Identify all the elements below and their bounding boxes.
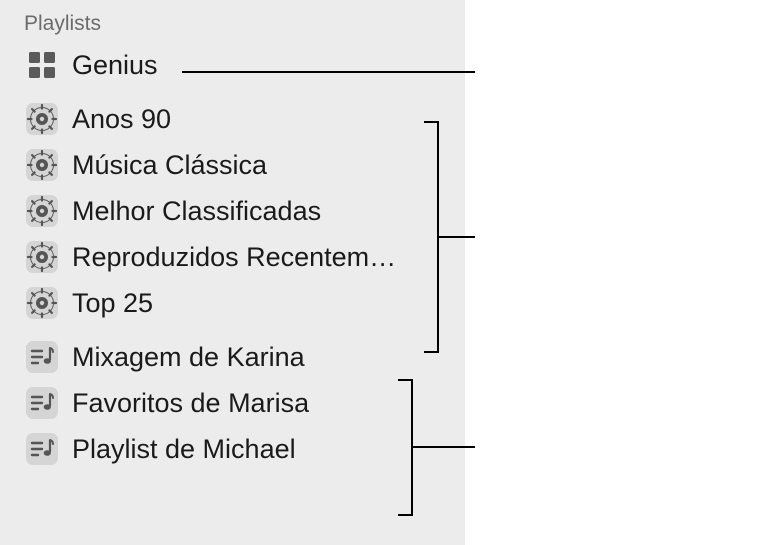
sidebar-item-smart[interactable]: Reproduzidos Recentem… (20, 234, 461, 280)
playlists-sidebar: Playlists Genius (0, 0, 465, 545)
sidebar-item-smart[interactable]: Top 25 (20, 280, 461, 326)
sidebar-item-playlist[interactable]: Favoritos de Marisa (20, 380, 461, 426)
sidebar-item-label: Reproduzidos Recentem… (72, 242, 396, 273)
sidebar-item-smart[interactable]: Anos 90 (20, 96, 461, 142)
playlist-icon (24, 431, 60, 467)
sidebar-item-smart[interactable]: Melhor Classificadas (20, 188, 461, 234)
smart-playlist-icon (24, 101, 60, 137)
smart-playlist-icon (24, 285, 60, 321)
section-header: Playlists (20, 12, 461, 36)
sidebar-item-smart[interactable]: Música Clássica (20, 142, 461, 188)
sidebar-item-genius[interactable]: Genius (20, 42, 461, 88)
smart-playlist-icon (24, 193, 60, 229)
smart-playlist-icon (24, 239, 60, 275)
playlist-icon (24, 385, 60, 421)
sidebar-item-label: Mixagem de Karina (72, 342, 305, 373)
genius-icon (24, 47, 60, 83)
sidebar-item-label: Música Clássica (72, 150, 267, 181)
sidebar-item-playlist[interactable]: Mixagem de Karina (20, 334, 461, 380)
sidebar-item-label: Genius (72, 50, 158, 81)
sidebar-item-label: Anos 90 (72, 104, 171, 135)
sidebar-item-label: Top 25 (72, 288, 153, 319)
sidebar-item-label: Melhor Classificadas (72, 196, 321, 227)
smart-playlist-icon (24, 147, 60, 183)
playlist-icon (24, 339, 60, 375)
sidebar-item-label: Favoritos de Marisa (72, 388, 309, 419)
sidebar-item-label: Playlist de Michael (72, 434, 296, 465)
sidebar-item-playlist[interactable]: Playlist de Michael (20, 426, 461, 472)
